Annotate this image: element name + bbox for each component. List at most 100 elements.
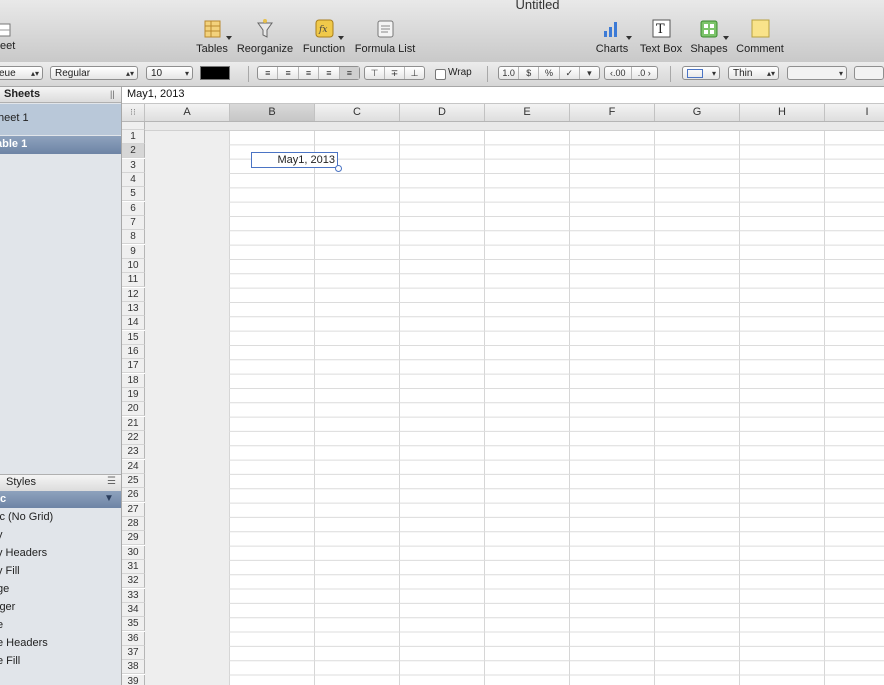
row-header[interactable]: 32 — [122, 574, 145, 589]
fill-handle-icon[interactable] — [335, 165, 342, 172]
style-item[interactable]: y Fill — [0, 565, 20, 577]
row-header[interactable]: 22 — [122, 430, 145, 445]
row-header[interactable]: 8 — [122, 230, 145, 245]
cells[interactable]: May1, 2013 — [145, 122, 884, 685]
row-header[interactable]: 1 — [122, 130, 145, 144]
row-header[interactable]: 29 — [122, 531, 145, 546]
row-header[interactable]: 17 — [122, 359, 145, 374]
style-item[interactable]: lger — [0, 601, 15, 613]
row-header[interactable]: 4 — [122, 172, 145, 187]
style-item[interactable]: y Headers — [0, 547, 47, 559]
column-header-i[interactable]: I — [825, 104, 884, 121]
decimal-buttons[interactable]: ‹.00 .0 › — [604, 66, 658, 80]
align-left-icon[interactable]: ≡ — [258, 67, 279, 79]
row-header[interactable]: 31 — [122, 559, 145, 574]
style-item[interactable]: e Headers — [0, 637, 48, 649]
toolbar-item-charts[interactable]: Charts — [595, 18, 632, 55]
toolbar-item-shapes[interactable]: Shapes — [690, 18, 729, 55]
toolbar-item-reorganize[interactable]: Reorganize — [236, 18, 294, 55]
checkbox-format-button[interactable]: ✓ — [560, 67, 580, 79]
valign-top-icon[interactable]: ⊤ — [365, 67, 385, 79]
row-header[interactable]: 6 — [122, 201, 145, 216]
row-header[interactable]: 28 — [122, 516, 145, 531]
toolbar-item-comment[interactable]: Comment — [734, 18, 786, 55]
style-item[interactable]: e — [0, 619, 3, 631]
style-item[interactable]: ic (No Grid) — [0, 511, 53, 523]
toolbar-item-sheet[interactable]: eet — [0, 18, 18, 52]
row-header[interactable]: 7 — [122, 215, 145, 230]
row-header[interactable]: 23 — [122, 445, 145, 460]
cell-b2[interactable]: May1, 2013 — [251, 152, 338, 168]
text-color-well[interactable] — [200, 66, 230, 80]
fill-color-well[interactable] — [854, 66, 884, 80]
valign-bottom-icon[interactable]: ⊥ — [405, 67, 424, 79]
select-all-icon[interactable]: ⁝⁝ — [122, 104, 145, 121]
font-style-select[interactable]: Regular ▴▾ — [50, 66, 138, 80]
decrease-decimal-button[interactable]: ‹.00 — [605, 67, 632, 79]
style-item[interactable]: e Fill — [0, 655, 20, 667]
font-family-select[interactable]: eue ▴▾ — [0, 66, 43, 80]
row-header[interactable]: 19 — [122, 387, 145, 402]
formula-bar[interactable]: May1, 2013 — [122, 87, 884, 104]
currency-format-button[interactable]: $ — [519, 67, 540, 79]
row-header[interactable]: 9 — [122, 244, 145, 259]
row-header[interactable]: 21 — [122, 416, 145, 431]
column-header-g[interactable]: G — [655, 104, 740, 121]
alignment-buttons[interactable]: ≡ ≡ ≡ ≡ ≡ — [257, 66, 360, 80]
row-header[interactable]: 39 — [122, 674, 145, 685]
column-header-c[interactable]: C — [315, 104, 400, 121]
column-header-d[interactable]: D — [400, 104, 485, 121]
row-header[interactable]: 16 — [122, 344, 145, 359]
align-auto-icon[interactable]: ≡ — [339, 67, 360, 79]
vertical-alignment-buttons[interactable]: ⊤ ∓ ⊥ — [364, 66, 425, 80]
row-header[interactable]: 11 — [122, 273, 145, 288]
valign-middle-icon[interactable]: ∓ — [385, 67, 405, 79]
border-style-select[interactable]: ▾ — [682, 66, 720, 80]
row-header[interactable]: 12 — [122, 287, 145, 302]
toolbar-item-text-box[interactable]: T Text Box — [638, 18, 684, 55]
format-menu-button[interactable]: ▾ — [580, 67, 599, 79]
wrap-checkbox[interactable] — [435, 69, 446, 80]
row-header[interactable]: 38 — [122, 660, 145, 675]
row-header[interactable]: 34 — [122, 602, 145, 617]
row-header[interactable]: 35 — [122, 617, 145, 632]
row-header[interactable]: 2 — [122, 144, 145, 159]
spreadsheet-grid[interactable]: ⁝⁝ ABCDEFGHI May1, 2013 1 2 3 4 5 6 7 8 9 10 11 12 1… — [122, 104, 884, 685]
column-header-e[interactable]: E — [485, 104, 570, 121]
align-center-icon[interactable]: ≡ — [278, 67, 299, 79]
row-header[interactable]: 15 — [122, 330, 145, 345]
style-disclosure-icon[interactable]: ▼ — [104, 493, 114, 504]
row-header[interactable]: 37 — [122, 645, 145, 660]
number-format-button[interactable]: 1.0 — [499, 67, 520, 79]
align-right-icon[interactable]: ≡ — [299, 67, 320, 79]
row-header[interactable]: 30 — [122, 545, 145, 560]
toolbar-item-function[interactable]: fx Function — [302, 18, 346, 55]
column-header-h[interactable]: H — [740, 104, 825, 121]
row-header[interactable]: 13 — [122, 301, 145, 316]
style-selected-row[interactable] — [0, 491, 121, 508]
row-header[interactable]: 33 — [122, 588, 145, 603]
row-header[interactable]: 5 — [122, 187, 145, 202]
row-header[interactable]: 36 — [122, 631, 145, 646]
percent-format-button[interactable]: % — [539, 67, 560, 79]
row-header[interactable]: 3 — [122, 158, 145, 173]
style-item[interactable]: y — [0, 529, 3, 541]
stroke-width-select[interactable]: Thin ▴▾ — [728, 66, 779, 80]
toolbar-item-tables[interactable]: Tables — [194, 18, 232, 55]
row-header[interactable]: 20 — [122, 402, 145, 417]
increase-decimal-button[interactable]: .0 › — [632, 67, 658, 79]
row-header[interactable]: 27 — [122, 502, 145, 517]
style-item[interactable]: ge — [0, 583, 9, 595]
row-header[interactable]: 24 — [122, 459, 145, 474]
column-header-a[interactable]: A — [145, 104, 230, 121]
styles-menu-icon[interactable]: ☰ — [107, 476, 116, 487]
column-header-b[interactable]: B — [230, 104, 315, 121]
row-header[interactable]: 14 — [122, 316, 145, 331]
row-header[interactable]: 26 — [122, 488, 145, 503]
align-justify-icon[interactable]: ≡ — [319, 67, 340, 79]
row-header[interactable]: 18 — [122, 373, 145, 388]
column-header-f[interactable]: F — [570, 104, 655, 121]
row-header[interactable]: 25 — [122, 473, 145, 488]
font-size-field[interactable]: 10 ▾ — [146, 66, 193, 80]
stroke-color-select[interactable]: ▾ — [787, 66, 847, 80]
